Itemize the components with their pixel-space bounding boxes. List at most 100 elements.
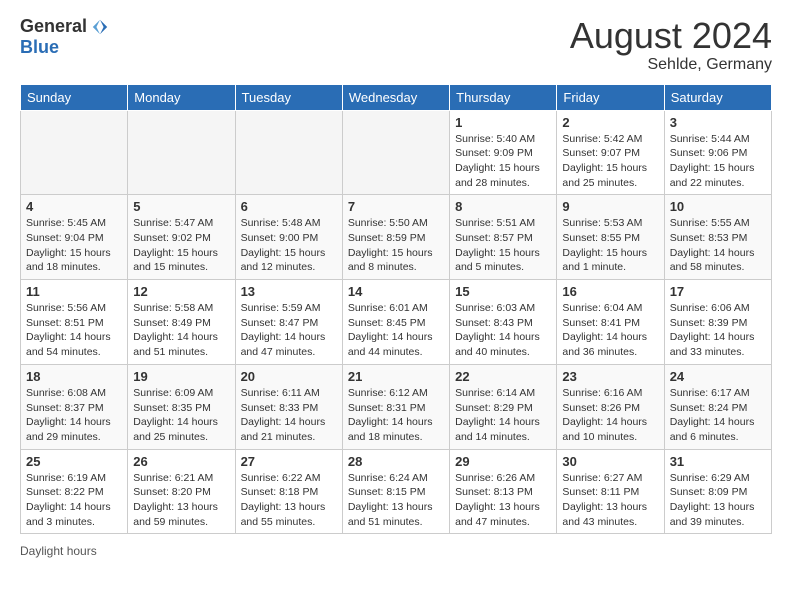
calendar-cell: 26 Sunrise: 6:21 AMSunset: 8:20 PMDayligh… — [128, 449, 235, 534]
day-number: 7 — [348, 199, 444, 214]
day-info: Sunrise: 5:47 AMSunset: 9:02 PMDaylight:… — [133, 216, 229, 275]
day-number: 31 — [670, 454, 766, 469]
calendar-day-header: Wednesday — [342, 84, 449, 110]
calendar-cell: 25Sunrise: 6:19 AMSunset: 8:22 PMDayligh… — [21, 449, 128, 534]
day-info: Sunrise: 5:44 AMSunset: 9:06 PMDaylight:… — [670, 132, 766, 191]
day-info: Sunrise: 6:12 AMSunset: 8:31 PMDaylight:… — [348, 386, 444, 445]
calendar-header-row: SundayMondayTuesdayWednesdayThursdayFrid… — [21, 84, 772, 110]
calendar-cell: 22 Sunrise: 6:14 AMSunset: 8:29 PMDayligh… — [450, 364, 557, 449]
day-number: 29 — [455, 454, 551, 469]
calendar-day-header: Friday — [557, 84, 664, 110]
day-number: 2 — [562, 115, 658, 130]
calendar-cell: 4 Sunrise: 5:45 AMSunset: 9:04 PMDaylight… — [21, 195, 128, 280]
day-number: 11 — [26, 284, 122, 299]
footer: Daylight hours — [20, 544, 772, 558]
calendar-cell — [21, 110, 128, 195]
day-info: Sunrise: 6:22 AMSunset: 8:18 PMDaylight:… — [241, 471, 337, 530]
day-info: Sunrise: 6:27 AMSunset: 8:11 PMDaylight:… — [562, 471, 658, 530]
calendar-cell: 1 Sunrise: 5:40 AMSunset: 9:09 PMDaylight… — [450, 110, 557, 195]
day-number: 22 — [455, 369, 551, 384]
day-number: 15 — [455, 284, 551, 299]
day-number: 26 — [133, 454, 229, 469]
day-number: 13 — [241, 284, 337, 299]
logo-general-text: General — [20, 16, 87, 37]
calendar-cell — [128, 110, 235, 195]
day-info: Sunrise: 5:45 AMSunset: 9:04 PMDaylight:… — [26, 216, 122, 275]
calendar-cell: 23 Sunrise: 6:16 AMSunset: 8:26 PMDayligh… — [557, 364, 664, 449]
calendar-week-row: 1 Sunrise: 5:40 AMSunset: 9:09 PMDaylight… — [21, 110, 772, 195]
day-info: Sunrise: 5:42 AMSunset: 9:07 PMDaylight:… — [562, 132, 658, 191]
logo-icon — [91, 18, 109, 36]
day-number: 21 — [348, 369, 444, 384]
calendar-day-header: Sunday — [21, 84, 128, 110]
day-number: 20 — [241, 369, 337, 384]
daylight-label: Daylight hours — [20, 544, 97, 558]
day-number: 30 — [562, 454, 658, 469]
calendar-cell: 17Sunrise: 6:06 AMSunset: 8:39 PMDayligh… — [664, 280, 771, 365]
day-number: 10 — [670, 199, 766, 214]
calendar-cell: 9Sunrise: 5:53 AMSunset: 8:55 PMDaylight… — [557, 195, 664, 280]
day-info: Sunrise: 5:56 AMSunset: 8:51 PMDaylight:… — [26, 301, 122, 360]
day-info: Sunrise: 6:16 AMSunset: 8:26 PMDaylight:… — [562, 386, 658, 445]
calendar-cell: 18 Sunrise: 6:08 AMSunset: 8:37 PMDayligh… — [21, 364, 128, 449]
calendar-cell: 8Sunrise: 5:51 AMSunset: 8:57 PMDaylight… — [450, 195, 557, 280]
day-info: Sunrise: 6:06 AMSunset: 8:39 PMDaylight:… — [670, 301, 766, 360]
day-number: 23 — [562, 369, 658, 384]
day-info: Sunrise: 6:19 AMSunset: 8:22 PMDaylight:… — [26, 471, 122, 530]
day-number: 4 — [26, 199, 122, 214]
calendar-cell — [342, 110, 449, 195]
title-block: August 2024 Sehlde, Germany — [570, 16, 772, 74]
day-number: 14 — [348, 284, 444, 299]
day-info: Sunrise: 6:24 AMSunset: 8:15 PMDaylight:… — [348, 471, 444, 530]
calendar-day-header: Thursday — [450, 84, 557, 110]
calendar-day-header: Saturday — [664, 84, 771, 110]
calendar-cell: 10Sunrise: 5:55 AMSunset: 8:53 PMDayligh… — [664, 195, 771, 280]
day-number: 8 — [455, 199, 551, 214]
calendar-cell: 6Sunrise: 5:48 AMSunset: 9:00 PMDaylight… — [235, 195, 342, 280]
day-number: 6 — [241, 199, 337, 214]
calendar-week-row: 18 Sunrise: 6:08 AMSunset: 8:37 PMDayligh… — [21, 364, 772, 449]
calendar-cell — [235, 110, 342, 195]
day-info: Sunrise: 6:14 AMSunset: 8:29 PMDaylight:… — [455, 386, 551, 445]
day-number: 16 — [562, 284, 658, 299]
calendar-day-header: Tuesday — [235, 84, 342, 110]
logo-blue-text: Blue — [20, 37, 59, 58]
calendar-cell: 19Sunrise: 6:09 AMSunset: 8:35 PMDayligh… — [128, 364, 235, 449]
calendar-cell: 16 Sunrise: 6:04 AMSunset: 8:41 PMDayligh… — [557, 280, 664, 365]
calendar-week-row: 4 Sunrise: 5:45 AMSunset: 9:04 PMDaylight… — [21, 195, 772, 280]
day-info: Sunrise: 6:08 AMSunset: 8:37 PMDaylight:… — [26, 386, 122, 445]
calendar-cell: 11 Sunrise: 5:56 AMSunset: 8:51 PMDayligh… — [21, 280, 128, 365]
calendar-cell: 7Sunrise: 5:50 AMSunset: 8:59 PMDaylight… — [342, 195, 449, 280]
calendar-day-header: Monday — [128, 84, 235, 110]
day-number: 18 — [26, 369, 122, 384]
calendar-cell: 29 Sunrise: 6:26 AMSunset: 8:13 PMDayligh… — [450, 449, 557, 534]
calendar-cell: 12Sunrise: 5:58 AMSunset: 8:49 PMDayligh… — [128, 280, 235, 365]
day-info: Sunrise: 6:04 AMSunset: 8:41 PMDaylight:… — [562, 301, 658, 360]
calendar-week-row: 11 Sunrise: 5:56 AMSunset: 8:51 PMDayligh… — [21, 280, 772, 365]
calendar-cell: 28 Sunrise: 6:24 AMSunset: 8:15 PMDayligh… — [342, 449, 449, 534]
day-number: 5 — [133, 199, 229, 214]
calendar-cell: 21 Sunrise: 6:12 AMSunset: 8:31 PMDayligh… — [342, 364, 449, 449]
calendar-cell: 13Sunrise: 5:59 AMSunset: 8:47 PMDayligh… — [235, 280, 342, 365]
day-info: Sunrise: 6:21 AMSunset: 8:20 PMDaylight:… — [133, 471, 229, 530]
day-number: 1 — [455, 115, 551, 130]
logo: General Blue — [20, 16, 109, 58]
day-number: 19 — [133, 369, 229, 384]
day-info: Sunrise: 6:29 AMSunset: 8:09 PMDaylight:… — [670, 471, 766, 530]
day-number: 24 — [670, 369, 766, 384]
month-title: August 2024 — [570, 16, 772, 56]
day-number: 28 — [348, 454, 444, 469]
calendar-cell: 24Sunrise: 6:17 AMSunset: 8:24 PMDayligh… — [664, 364, 771, 449]
calendar-cell: 3 Sunrise: 5:44 AMSunset: 9:06 PMDaylight… — [664, 110, 771, 195]
calendar-cell: 27Sunrise: 6:22 AMSunset: 8:18 PMDayligh… — [235, 449, 342, 534]
day-info: Sunrise: 6:26 AMSunset: 8:13 PMDaylight:… — [455, 471, 551, 530]
calendar-cell: 15Sunrise: 6:03 AMSunset: 8:43 PMDayligh… — [450, 280, 557, 365]
day-info: Sunrise: 6:01 AMSunset: 8:45 PMDaylight:… — [348, 301, 444, 360]
day-info: Sunrise: 5:40 AMSunset: 9:09 PMDaylight:… — [455, 132, 551, 191]
day-info: Sunrise: 5:58 AMSunset: 8:49 PMDaylight:… — [133, 301, 229, 360]
calendar-cell: 14 Sunrise: 6:01 AMSunset: 8:45 PMDayligh… — [342, 280, 449, 365]
calendar-cell: 2 Sunrise: 5:42 AMSunset: 9:07 PMDaylight… — [557, 110, 664, 195]
calendar-cell: 20Sunrise: 6:11 AMSunset: 8:33 PMDayligh… — [235, 364, 342, 449]
day-number: 3 — [670, 115, 766, 130]
calendar-cell: 31 Sunrise: 6:29 AMSunset: 8:09 PMDayligh… — [664, 449, 771, 534]
